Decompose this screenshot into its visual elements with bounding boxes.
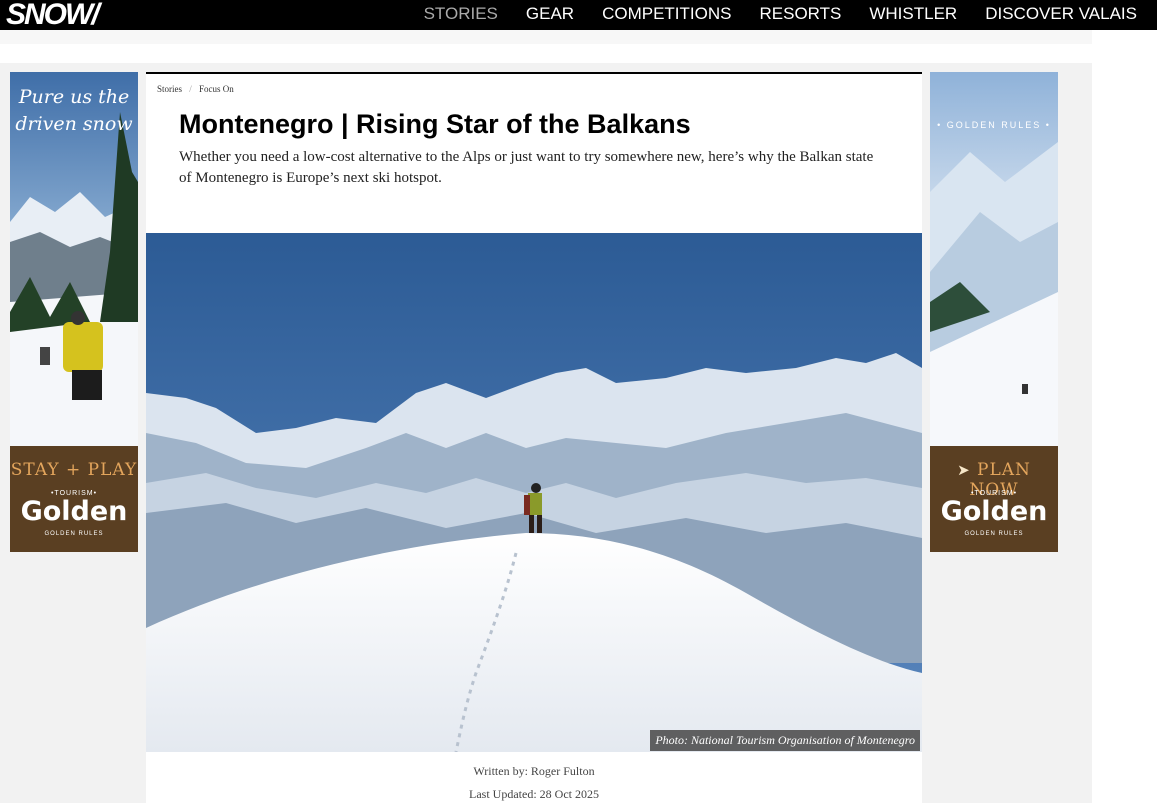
ad-left-brand-sub: GOLDEN RULES (44, 531, 104, 537)
ad-left-cta: STAY + PLAY (10, 460, 138, 480)
ad-right-brand-sub: GOLDEN RULES (964, 531, 1024, 537)
breadcrumb-focus-on[interactable]: Focus On (199, 84, 234, 94)
breadcrumb-stories[interactable]: Stories (157, 84, 182, 94)
hero-photo: Photo: National Tourism Organisation of … (146, 233, 922, 752)
nav-competitions[interactable]: COMPETITIONS (602, 0, 731, 30)
right-ad-banner[interactable]: • GOLDEN RULES • ➤ PLAN NOW •TOURISM• Go… (930, 72, 1058, 552)
cursor-arrow-icon: ➤ (957, 461, 971, 479)
left-ad-banner[interactable]: Pure us the driven snow STAY + PLAY •TOU… (10, 72, 138, 552)
photo-caption: Photo: National Tourism Organisation of … (650, 730, 920, 751)
ad-left-brand: Golden (20, 496, 128, 527)
ad-right-brand-panel: ➤ PLAN NOW •TOURISM• Golden GOLDEN RULES (930, 446, 1058, 552)
article-title: Montenegro | Rising Star of the Balkans (179, 109, 691, 139)
ad-left-headline: Pure us the driven snow (15, 86, 133, 135)
ad-right-headline: • GOLDEN RULES • (937, 120, 1051, 130)
article-last-updated: Last Updated: 28 Oct 2025 (469, 787, 599, 801)
top-nav-bar: SNOW/ STORIES GEAR COMPETITIONS RESORTS … (0, 0, 1157, 30)
article-lede: Whether you need a low-cost alternative … (179, 149, 874, 186)
nav-gear[interactable]: GEAR (526, 0, 574, 30)
nav-discover-valais[interactable]: DISCOVER VALAIS (985, 0, 1137, 30)
article-byline: Written by: Roger Fulton (473, 764, 595, 778)
sub-header-strip (0, 30, 1092, 44)
hero-mountain-image (146, 233, 922, 752)
site-logo[interactable]: SNOW/ (6, 0, 100, 30)
breadcrumb-separator: / (189, 84, 192, 94)
nav-stories[interactable]: STORIES (424, 0, 498, 30)
nav-whistler[interactable]: WHISTLER (869, 0, 957, 30)
main-nav: STORIES GEAR COMPETITIONS RESORTS WHISTL… (396, 0, 1137, 30)
article: Stories / Focus On Montenegro | Rising S… (146, 72, 922, 803)
breadcrumb: Stories / Focus On (157, 84, 234, 94)
nav-resorts[interactable]: RESORTS (759, 0, 841, 30)
ad-right-brand: Golden (940, 496, 1048, 527)
ad-left-brand-panel: STAY + PLAY •TOURISM• Golden GOLDEN RULE… (10, 446, 138, 552)
